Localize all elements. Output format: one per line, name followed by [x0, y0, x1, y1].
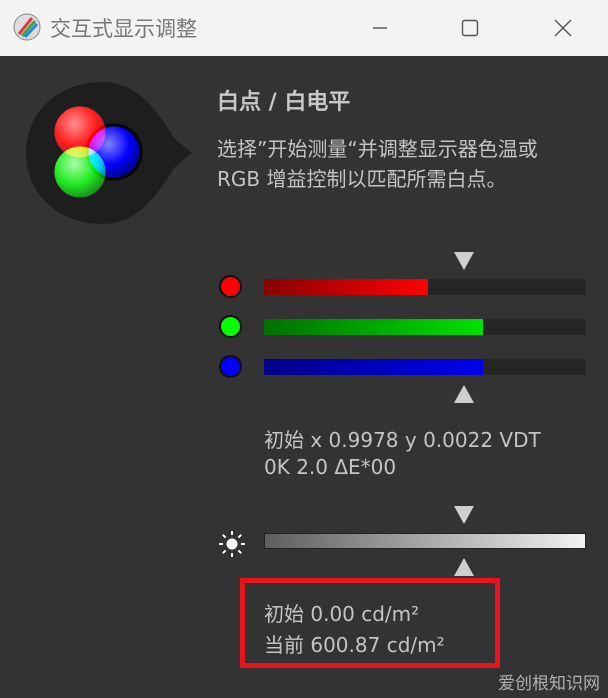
green-level-bar — [264, 319, 586, 335]
target-marker-bottom-icon — [454, 385, 474, 403]
rgb-white-point-logo-icon — [26, 82, 192, 224]
brightness-level-bar — [264, 533, 586, 549]
chromaticity-readout-line-1: 初始 x 0.9978 y 0.0022 VDT — [264, 428, 541, 452]
close-icon — [554, 19, 572, 37]
green-level-fill — [264, 319, 483, 335]
green-channel-dot — [219, 315, 242, 338]
minimize-icon — [373, 27, 387, 29]
blue-channel-dot — [219, 355, 242, 378]
watermark-text: 爱创根知识网 — [498, 674, 600, 694]
target-marker-top-icon — [454, 252, 474, 270]
brightness-marker-bottom-icon — [454, 558, 474, 576]
description-line-2: RGB 增益控制以匹配所需白点。 — [217, 167, 507, 191]
section-description: 选择”开始测量“并调整显示器色温或 RGB 增益控制以匹配所需白点。 — [217, 134, 592, 194]
chromaticity-readout-line-2: 0K 2.0 ΔE*00 — [264, 455, 397, 479]
minimize-button[interactable] — [355, 10, 405, 46]
description-line-1: 选择”开始测量“并调整显示器色温或 — [217, 137, 538, 161]
brightness-marker-top-icon — [454, 506, 474, 524]
red-level-bar — [264, 279, 586, 295]
brightness-sun-icon — [219, 531, 245, 557]
red-level-fill — [264, 279, 429, 295]
section-heading: 白点 / 白电平 — [217, 90, 351, 115]
blue-level-bar — [264, 359, 586, 375]
red-channel-dot — [219, 275, 242, 298]
title-bar[interactable]: 交互式显示调整 — [0, 0, 608, 56]
maximize-icon — [461, 19, 479, 37]
app-logo-icon — [13, 13, 41, 41]
window-title: 交互式显示调整 — [50, 17, 197, 41]
highlight-box — [240, 578, 500, 668]
blue-level-fill — [264, 359, 483, 375]
maximize-button[interactable] — [445, 10, 495, 46]
close-button[interactable] — [538, 10, 588, 46]
